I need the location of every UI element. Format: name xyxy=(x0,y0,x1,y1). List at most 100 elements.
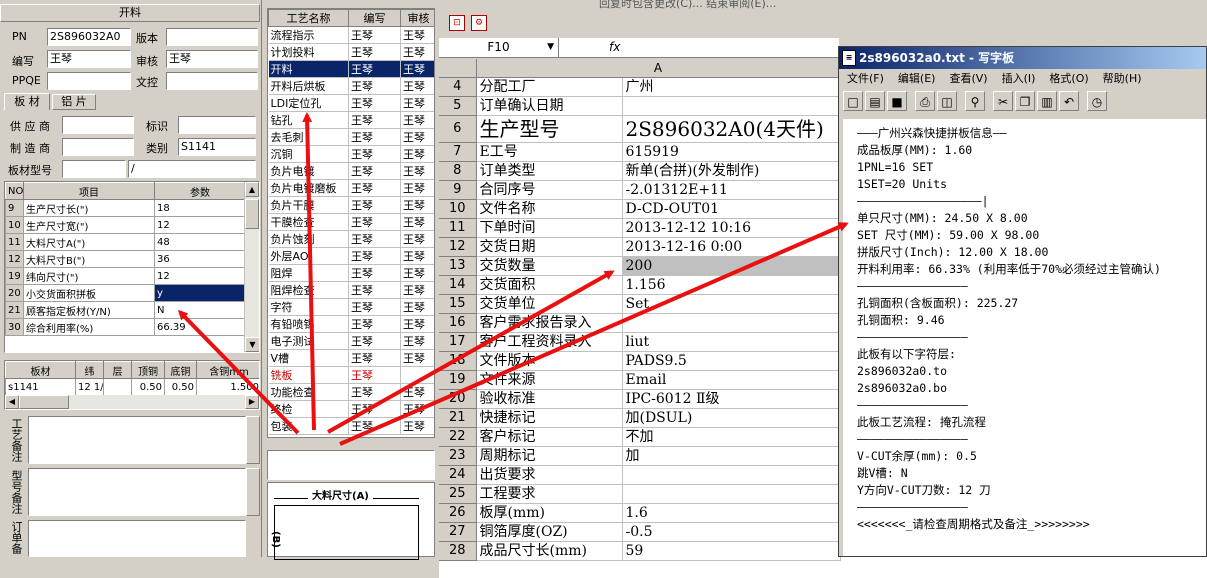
hscroll-thumb[interactable] xyxy=(19,395,69,409)
note2-box[interactable] xyxy=(28,468,246,516)
cell-label[interactable]: 客户需求报告录入 xyxy=(476,313,623,333)
menu-item[interactable]: 文件(F) xyxy=(847,72,884,85)
row-number[interactable]: 26 xyxy=(439,503,477,523)
col-process-name[interactable]: 工艺名称 xyxy=(268,9,349,27)
param-row[interactable]: 10 生产尺寸宽(") 12 xyxy=(5,216,246,234)
cell-label[interactable]: 文件名称 xyxy=(476,199,623,219)
material-cell[interactable]: 1.500 xyxy=(196,378,259,396)
cell-value[interactable]: Set xyxy=(622,294,841,314)
cell-value[interactable] xyxy=(622,484,841,504)
process-row[interactable]: 负片蚀刻 王琴 王琴 xyxy=(268,230,434,248)
param-row[interactable]: 30 综合利用率(%) 66.39 xyxy=(5,318,246,336)
board-model-field-a[interactable] xyxy=(62,160,126,178)
cell-label[interactable]: 出货要求 xyxy=(476,465,623,485)
param-value[interactable]: 66.39 xyxy=(154,318,246,336)
row-number[interactable]: 28 xyxy=(439,541,477,561)
param-value[interactable]: 36 xyxy=(154,250,246,268)
row-number[interactable]: 4 xyxy=(439,77,477,97)
save-icon[interactable]: ■ xyxy=(887,91,907,111)
cell-label[interactable]: 客户工程资料录入 xyxy=(476,332,623,352)
material-cell[interactable]: 0.50 xyxy=(131,378,165,396)
copy-icon[interactable]: ❐ xyxy=(1015,91,1035,111)
process-row[interactable]: 负片干膜 王琴 王琴 xyxy=(268,196,434,214)
cell-value[interactable]: 新单(合拼)(外发制作) xyxy=(622,161,841,181)
board-model-field[interactable]: / xyxy=(128,160,256,178)
cell-value[interactable]: 加 xyxy=(622,446,841,466)
row-number[interactable]: 21 xyxy=(439,408,477,428)
note2-scroll[interactable] xyxy=(246,468,260,516)
cell-value[interactable] xyxy=(622,96,841,116)
menu-item[interactable]: 格式(O) xyxy=(1049,72,1088,85)
row-number[interactable]: 27 xyxy=(439,522,477,542)
process-row[interactable]: 阻焊 王琴 王琴 xyxy=(268,264,434,282)
cell-label[interactable]: 生产型号 xyxy=(476,115,623,143)
process-row[interactable]: 沉铜 王琴 王琴 xyxy=(268,145,434,163)
cell-value[interactable]: 1.6 xyxy=(622,503,841,523)
paste-icon[interactable]: ▥ xyxy=(1037,91,1057,111)
cell-label[interactable]: 订单类型 xyxy=(476,161,623,181)
scroll-up-icon[interactable]: ▲ xyxy=(245,182,259,197)
material-col-header[interactable]: 含铜mm xyxy=(196,361,259,379)
note1-box[interactable] xyxy=(28,416,246,464)
process-row[interactable]: 终检 王琴 王琴 xyxy=(268,400,434,418)
cell-value[interactable]: 1.156 xyxy=(622,275,841,295)
process-row[interactable]: 功能检查 王琴 王琴 xyxy=(268,383,434,401)
cell-value[interactable] xyxy=(622,313,841,333)
cell-value[interactable]: 59 xyxy=(622,541,841,561)
row-number[interactable]: 18 xyxy=(439,351,477,371)
col-item[interactable]: 项目 xyxy=(23,182,155,200)
row-number[interactable]: 14 xyxy=(439,275,477,295)
cell-value[interactable]: 加(DSUL) xyxy=(622,408,841,428)
cut-icon[interactable]: ✂ xyxy=(993,91,1013,111)
cell-value[interactable]: 广州 xyxy=(622,77,841,97)
wordpad-document[interactable]: ———广州兴森快捷拼板信息—— 成品板厚(MM): 1.60 1PNL=16 SET… xyxy=(843,119,1206,556)
pdf-settings-icon[interactable]: ⚙ xyxy=(471,15,487,31)
find-icon[interactable]: ⚲ xyxy=(965,91,985,111)
cell-value[interactable]: 2013-12-16 0:00 xyxy=(622,237,841,257)
row-number[interactable]: 20 xyxy=(439,389,477,409)
cell-label[interactable]: 成品尺寸长(mm) xyxy=(476,541,623,561)
process-row[interactable]: V槽 王琴 王琴 xyxy=(268,349,434,367)
cell-label[interactable]: 交货数量 xyxy=(476,256,623,276)
cell-value[interactable]: 不加 xyxy=(622,427,841,447)
pn-field[interactable]: 2S896032A0 xyxy=(47,28,131,46)
cell-label[interactable]: 订单确认日期 xyxy=(476,96,623,116)
cell-label[interactable]: E工号 xyxy=(476,142,623,162)
new-icon[interactable]: □ xyxy=(843,91,863,111)
process-row[interactable]: LDI定位孔 王琴 王琴 xyxy=(268,94,434,112)
process-row[interactable]: 开料后烘板 王琴 王琴 xyxy=(268,77,434,95)
row-number[interactable]: 12 xyxy=(439,237,477,257)
cell-value[interactable]: PADS9.5 xyxy=(622,351,841,371)
cell-label[interactable]: 快捷标记 xyxy=(476,408,623,428)
category-field[interactable]: S1141 xyxy=(178,138,256,156)
note3-box[interactable] xyxy=(28,520,246,557)
param-row[interactable]: 19 纬向尺寸(") 12 xyxy=(5,267,246,285)
process-input[interactable] xyxy=(267,450,435,480)
menu-item[interactable]: 查看(V) xyxy=(949,72,987,85)
mark-field[interactable] xyxy=(178,116,256,134)
manufacturer-field[interactable] xyxy=(62,138,134,156)
row-number[interactable]: 16 xyxy=(439,313,477,333)
cell-value[interactable]: IPC-6012 Ⅱ级 xyxy=(622,389,841,409)
material-hscroll[interactable]: ◀ ▶ xyxy=(5,395,259,409)
reviewer-field[interactable]: 王琴 xyxy=(166,50,258,68)
wordpad-titlebar[interactable]: ≡ 2s896032a0.txt - 写字板 xyxy=(839,47,1206,69)
process-row[interactable]: 干膜检查 王琴 王琴 xyxy=(268,213,434,231)
scroll-left-icon[interactable]: ◀ xyxy=(5,395,19,409)
cell-label[interactable]: 合同序号 xyxy=(476,180,623,200)
material-col-header[interactable]: 纬 xyxy=(75,361,104,379)
material-cell[interactable] xyxy=(103,378,132,396)
corner-cell[interactable] xyxy=(439,59,477,78)
col-param[interactable]: 参数 xyxy=(154,182,246,200)
row-number[interactable]: 15 xyxy=(439,294,477,314)
cell-label[interactable]: 交货面积 xyxy=(476,275,623,295)
row-number[interactable]: 13 xyxy=(439,256,477,276)
cell-value[interactable]: 200 xyxy=(622,256,841,276)
col-editor[interactable]: 编写 xyxy=(348,9,401,27)
param-value[interactable]: 48 xyxy=(154,233,246,251)
process-row[interactable]: 铣板 王琴 xyxy=(268,366,434,384)
insert-datetime-icon[interactable]: ◷ xyxy=(1087,91,1107,111)
scroll-right-icon[interactable]: ▶ xyxy=(245,395,259,409)
param-value[interactable]: 12 xyxy=(154,267,246,285)
cell-label[interactable]: 客户标记 xyxy=(476,427,623,447)
